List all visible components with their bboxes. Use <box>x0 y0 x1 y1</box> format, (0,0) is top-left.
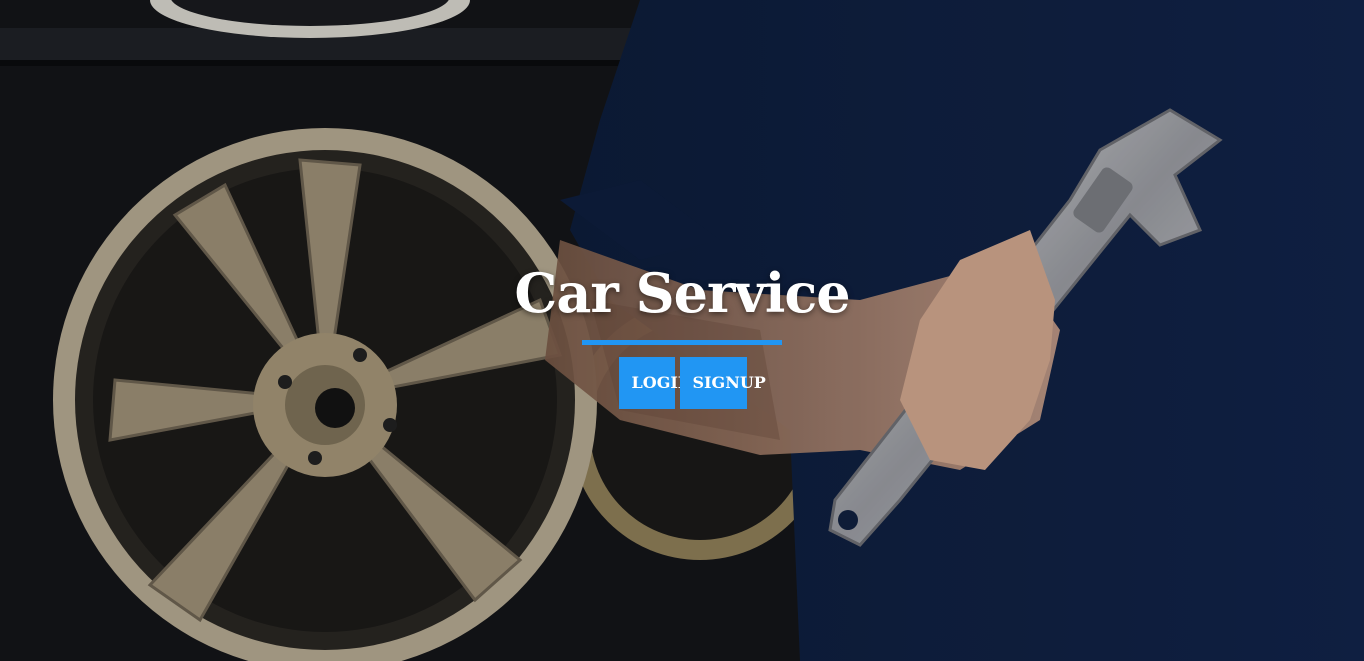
page-title: Car Service <box>514 261 850 325</box>
title-underline <box>582 340 782 345</box>
login-button[interactable]: LOGIN <box>618 357 692 409</box>
auth-buttons: LOGIN SIGNUP <box>1 357 1364 409</box>
hero-section: Car Service LOGIN SIGNUP <box>0 0 1364 661</box>
hero-content: Car Service LOGIN SIGNUP <box>0 258 1364 409</box>
signup-button[interactable]: SIGNUP <box>679 357 766 409</box>
